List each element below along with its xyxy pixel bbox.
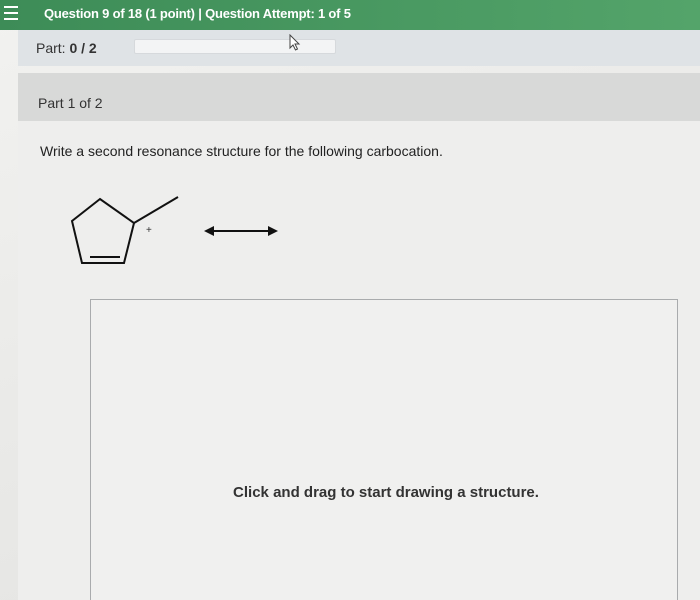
part-progress-bar [134, 39, 336, 54]
question-prompt: Write a second resonance structure for t… [40, 143, 443, 159]
part-title: Part 1 of 2 [38, 95, 103, 111]
page: Question 9 of 18 (1 point) | Question At… [0, 0, 700, 600]
methyl-bond [133, 196, 179, 224]
cyclopentane-ring [70, 197, 136, 264]
part-progress-strip: Part: 0 / 2 [18, 30, 700, 66]
part-header: Part 1 of 2 [18, 73, 700, 121]
part-progress-label: Part: 0 / 2 [36, 40, 97, 56]
part-progress-value: 0 / 2 [69, 40, 97, 56]
part-progress-prefix: Part: [36, 40, 70, 56]
pointer-cursor-icon [289, 34, 301, 51]
structure-drawing-area[interactable]: Click and drag to start drawing a struct… [90, 299, 678, 600]
hamburger-menu-icon[interactable] [4, 6, 18, 20]
double-headed-arrow-icon [204, 226, 278, 236]
question-header: Question 9 of 18 (1 point) | Question At… [0, 0, 700, 30]
positive-charge-label: + [146, 225, 152, 236]
drawing-area-prompt: Click and drag to start drawing a struct… [233, 484, 539, 501]
carbocation-structure: + [70, 196, 278, 264]
question-title: Question 9 of 18 (1 point) | Question At… [44, 6, 351, 21]
question-content: Write a second resonance structure for t… [18, 121, 700, 600]
